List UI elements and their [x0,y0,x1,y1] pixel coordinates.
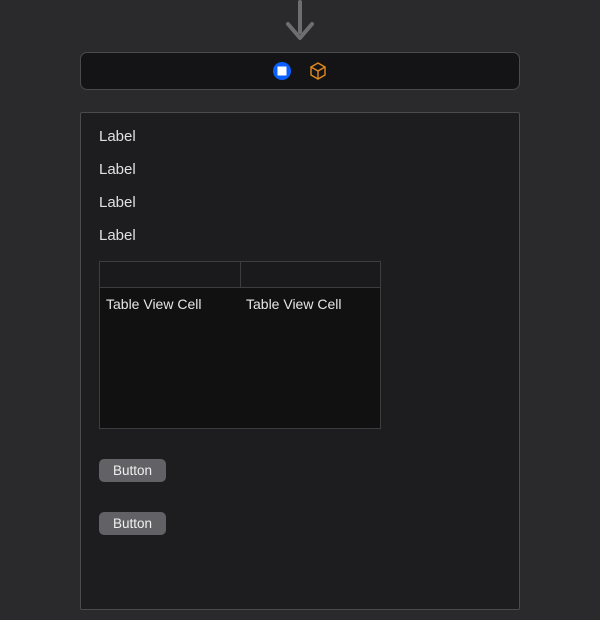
design-canvas[interactable]: Label Label Label Label Table View Cell … [80,112,520,610]
ui-label[interactable]: Label [99,195,501,210]
table-header-column[interactable] [100,262,241,287]
ui-button[interactable]: Button [99,512,166,535]
ui-label[interactable]: Label [99,162,501,177]
cube-icon[interactable] [308,61,328,81]
table-cell[interactable]: Table View Cell [240,288,380,320]
table-cell[interactable]: Table View Cell [100,288,240,320]
ui-label[interactable]: Label [99,228,501,243]
ui-button[interactable]: Button [99,459,166,482]
table-row[interactable]: Table View Cell Table View Cell [100,288,380,320]
ui-label[interactable]: Label [99,129,501,144]
object-toolbar[interactable] [80,52,520,90]
table-header-row[interactable] [100,262,380,288]
arrow-down-icon [280,0,320,46]
table-header-column[interactable] [241,262,381,287]
insertion-arrow [0,0,600,46]
table-body[interactable]: Table View Cell Table View Cell [100,288,380,428]
table-view[interactable]: Table View Cell Table View Cell [99,261,381,429]
stop-icon[interactable] [272,61,292,81]
